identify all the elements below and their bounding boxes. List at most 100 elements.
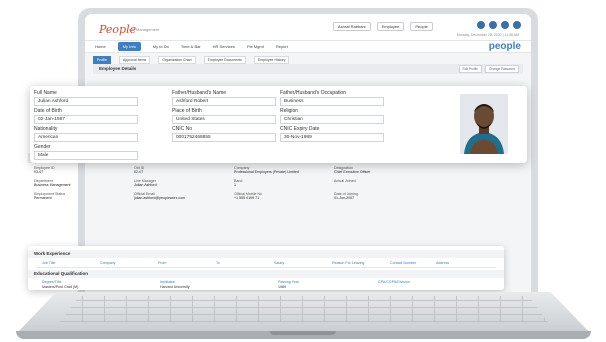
work-experience-header: Work Experience [28,250,504,258]
field-label: Date of Birth [34,108,62,114]
app-header: People HR Management Ashraf Rabbani Empl… [85,14,531,40]
field-value: Permanent [34,196,52,200]
field-value: julian.ashford@peopleworx.com [134,196,186,200]
tab-employee-documents[interactable]: Employee Documents [203,56,246,64]
employment-cell: Line Manager Julian Ashford [134,179,234,187]
divider [36,267,496,268]
field-value: 1 [234,183,236,187]
column-header[interactable]: Passing Year [278,280,378,284]
cnic-input[interactable]: 0001752468855 [172,133,276,142]
nationality-field: Nationality American [34,126,138,142]
user-menu[interactable]: Ashraf Rabbani [333,21,371,31]
column-header[interactable]: Salary [274,261,332,265]
field-label: Nationality [34,126,58,132]
field-label: CNIC No [172,126,193,132]
nav-pie-mgmt[interactable]: Pie Mgmt [247,44,264,49]
employee-details-header: Employee Details Edit Profile Change Pas… [93,64,523,74]
table-cell [378,285,478,289]
laptop-mockup: People HR Management Ashraf Rabbani Empl… [0,0,606,342]
date-time: Monday, December 28, 2020 | 11:58 AM [456,33,519,37]
cnic-field: CNIC No 0001752468855 [172,126,276,142]
personal-details-card: Full Name Julian Ashford Father/Husband'… [30,86,527,163]
pob-input[interactable]: United States [172,115,276,124]
field-value: 01-Jun-2007 [334,196,355,200]
logo-tagline: HR Management [129,27,160,32]
column-header[interactable]: Institution [160,280,278,284]
nav-report[interactable]: Report [276,44,288,49]
table-cell: 1989 [278,285,286,289]
field-value: Business Management [34,183,71,187]
nav-my-info[interactable]: My Info [117,42,141,51]
employment-cell: Designation Chief Executive Officer [334,166,434,174]
education-title: Educational Qualification [34,271,89,276]
employment-cell: Department Business Management [34,179,134,187]
field-value: Julian Ashford [134,183,157,187]
module-select[interactable]: People [410,21,433,31]
role-select[interactable]: Employee [376,21,405,31]
column-header[interactable]: Company [100,261,158,265]
column-header[interactable]: From [158,261,216,265]
gender-field: Gender Male [34,144,138,160]
field-label: Religion [280,108,299,114]
cnic-expiry-field: CNIC Expiry Date 30-Nov-1989 [280,126,384,142]
column-header[interactable]: To [216,261,274,265]
father-name-input[interactable]: Ashford Robert [172,97,276,106]
field-value: +1 555 0199 71 [234,196,260,200]
employee-photo [460,94,508,154]
tab-approval-items[interactable]: Approval Items [118,56,151,64]
employment-cell: Old ID 02-07 [134,166,234,174]
nav-hr-services[interactable]: HR Services [213,44,235,49]
employment-cell: Company Professional Employers (Private) … [234,166,334,174]
column-header[interactable]: Address [436,261,476,265]
tab-organization-chart[interactable]: Organization Chart [158,56,196,64]
full-name-field: Full Name Julian Ashford [34,90,138,106]
religion-input[interactable]: Christian [280,115,384,124]
nav-home[interactable]: Home [95,44,106,49]
edit-profile-button[interactable]: Edit Profile [458,65,482,73]
employment-cell: Band 1 [234,179,334,187]
education-header: Educational Qualification [28,270,504,278]
column-header[interactable]: GPA/CGPA/Division [378,280,478,284]
work-experience-columns: Job Title Company From To Salary Reason … [42,261,492,265]
field-label: Full Name [34,90,57,96]
dob-field: Date of Birth 02-Jan-1987 [34,108,138,124]
header-icons [477,21,521,29]
pob-field: Place of Birth United States [172,108,276,124]
change-password-button[interactable]: Change Password [484,65,519,73]
employment-cell: Official Email julian.ashford@peopleworx.… [134,192,234,200]
field-label: Place of Birth [172,108,202,114]
column-header[interactable]: Job Title [42,261,100,265]
tab-profile[interactable]: Profile [93,56,111,64]
main-nav: Home My Info My to Do Time & Bar HR Serv… [85,40,531,53]
settings-icon[interactable] [489,21,497,29]
laptop-keyboard [60,296,548,322]
father-name-field: Father/Husband's Name Ashford Robert [172,90,276,106]
tab-employee-history[interactable]: Employee History [253,56,290,64]
employment-cell: Official Mobile No +1 555 0199 71 [234,192,334,200]
father-occupation-input[interactable]: Business [280,97,384,106]
field-value: 03-07 [34,170,44,174]
full-name-input[interactable]: Julian Ashford [34,97,138,106]
table-row[interactable]: Masters/Post Grad (M) Harvard University… [42,285,492,289]
field-label: Gender [34,144,51,150]
nationality-input[interactable]: American [34,133,138,142]
column-header[interactable]: Reason For Leaving [332,261,390,265]
help-icon[interactable] [501,21,509,29]
cnic-expiry-input[interactable]: 30-Nov-1989 [280,133,384,142]
field-label: Actual Joined [334,179,356,183]
employment-grid: Employee ID 03-07 Old ID 02-07 Company Prof… [34,166,434,200]
nav-my-to-do[interactable]: My to Do [153,44,169,49]
father-occupation-field: Father/Husband's Occupation Business [280,90,384,106]
employment-cell: Employee ID 03-07 [34,166,134,174]
notification-icon[interactable] [477,21,485,29]
field-value: Chief Executive Officer [334,170,371,174]
table-cell: Harvard University [160,285,190,289]
table-cell: Masters/Post Grad (M) [42,285,79,289]
column-header[interactable]: Degree/Title [42,280,160,284]
dob-input[interactable]: 02-Jan-1987 [34,115,138,124]
section-title: Employee Details [99,66,137,71]
column-header[interactable]: Contact Number [390,261,436,265]
gender-input[interactable]: Male [34,151,138,160]
logout-icon[interactable] [513,21,521,29]
nav-time-bar[interactable]: Time & Bar [181,44,201,49]
